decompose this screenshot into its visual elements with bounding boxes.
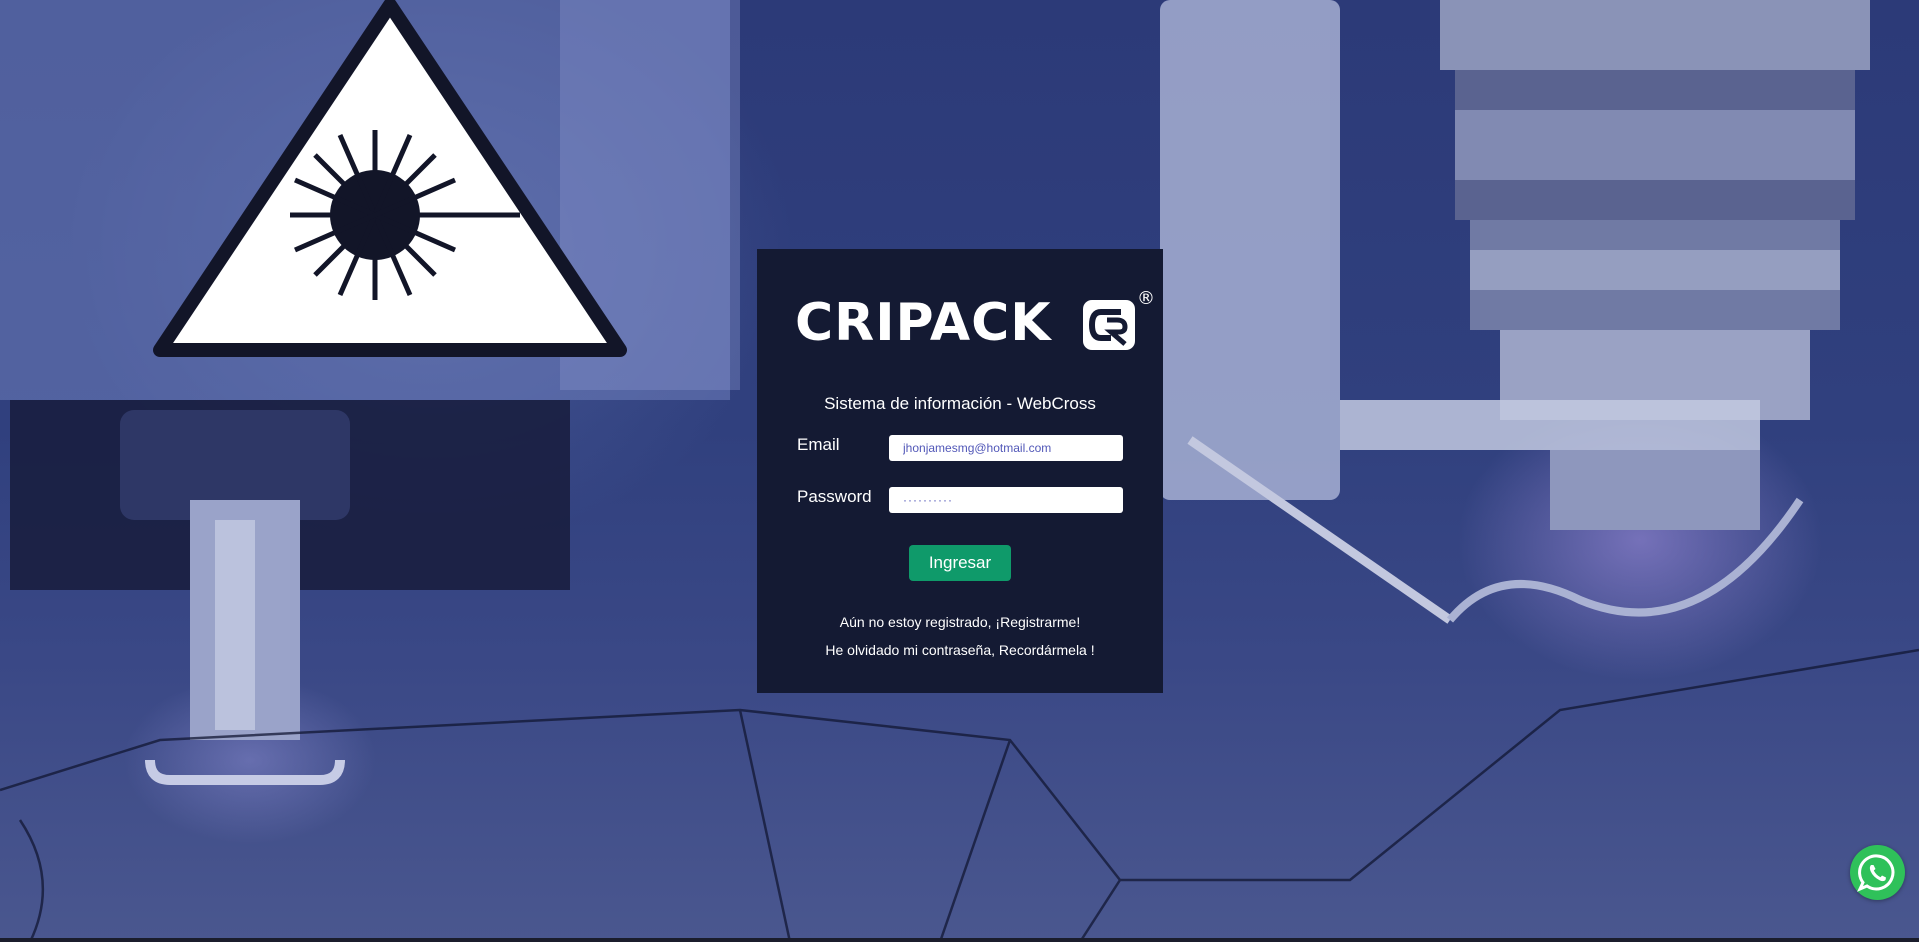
forgot-password-link[interactable]: Recordármela !	[999, 642, 1095, 658]
email-label: Email	[797, 435, 840, 454]
forgot-password-line: He olvidado mi contraseña, Recordármela …	[757, 642, 1163, 658]
login-card: CRIPACK ® Sistema de información - WebCr…	[757, 249, 1163, 693]
email-field[interactable]	[889, 435, 1123, 461]
cripack-logo: CRIPACK ®	[795, 288, 1155, 353]
registered-mark: ®	[1137, 288, 1155, 309]
whatsapp-button[interactable]	[1850, 845, 1905, 900]
register-link[interactable]: ¡Registrarme!	[995, 614, 1080, 630]
register-text: Aún no estoy registrado,	[839, 614, 996, 630]
register-line: Aún no estoy registrado, ¡Registrarme!	[757, 614, 1163, 630]
logo-text: CRIPACK	[795, 293, 1052, 353]
system-subtitle: Sistema de información - WebCross	[824, 394, 1096, 413]
forgot-password-text: He olvidado mi contraseña,	[825, 642, 999, 658]
password-label: Password	[797, 487, 872, 506]
bottom-bar	[0, 938, 1919, 942]
password-field[interactable]	[889, 487, 1123, 513]
whatsapp-icon	[1857, 854, 1895, 892]
login-button[interactable]: Ingresar	[909, 545, 1011, 581]
cripack-mark-icon	[1083, 300, 1135, 350]
